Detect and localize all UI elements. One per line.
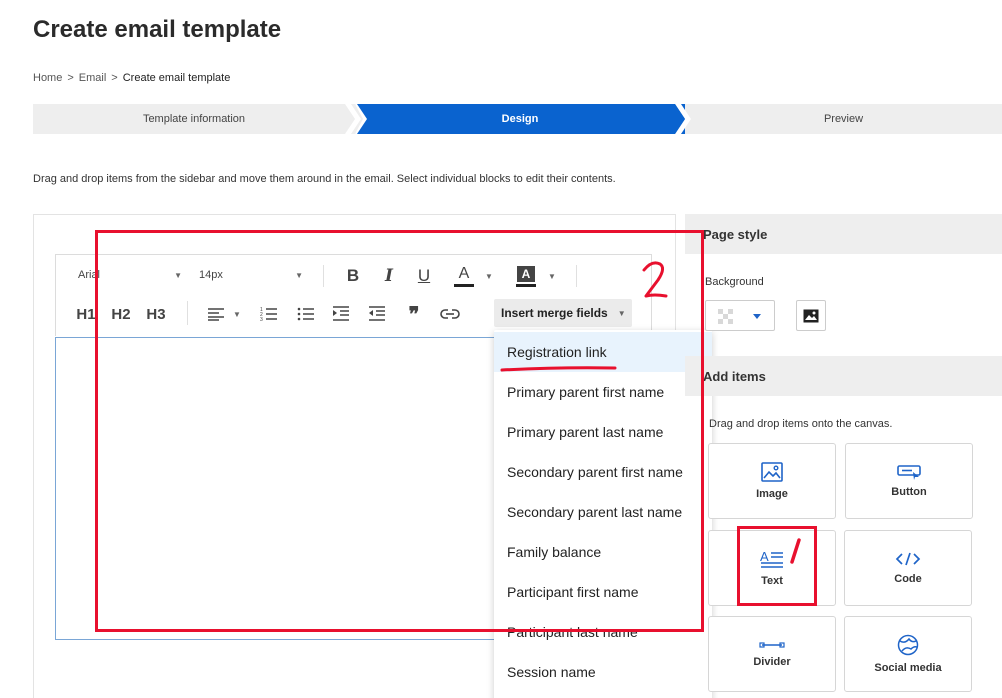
tile-label: Button <box>891 486 927 498</box>
instructions-text: Drag and drop items from the sidebar and… <box>33 173 616 185</box>
annotation-highlight-box <box>737 526 817 606</box>
stepper-chevrons <box>345 104 691 134</box>
merge-field-session-name[interactable]: Session name <box>494 652 712 692</box>
breadcrumb-home[interactable]: Home <box>33 72 62 84</box>
add-divider-tile[interactable]: Divider <box>708 616 836 692</box>
transparent-swatch-icon <box>718 309 761 324</box>
background-label: Background <box>705 276 764 288</box>
button-icon <box>897 465 921 480</box>
add-image-tile[interactable]: Image <box>708 443 836 519</box>
tile-label: Social media <box>874 662 942 674</box>
add-button-tile[interactable]: Button <box>845 443 973 519</box>
add-items-header[interactable]: Add items <box>685 356 1002 396</box>
svg-text:2: 2 <box>640 258 641 259</box>
svg-text:1: 1 <box>788 538 789 539</box>
page-style-header[interactable]: Page style <box>685 214 1002 254</box>
background-image-button[interactable] <box>796 300 826 331</box>
tile-label: Code <box>894 573 922 585</box>
background-color-select[interactable] <box>705 300 775 331</box>
breadcrumb-email[interactable]: Email <box>79 72 107 84</box>
breadcrumb-current: Create email template <box>122 72 231 84</box>
breadcrumb-separator: > <box>67 72 74 84</box>
breadcrumb-separator: > <box>111 72 118 84</box>
annotation-number-1: 1 <box>788 538 801 564</box>
image-icon <box>761 462 783 482</box>
add-code-tile[interactable]: Code <box>844 530 972 606</box>
annotation-number-2: 2 <box>640 258 668 298</box>
page-title: Create email template <box>33 16 282 43</box>
tile-label: Divider <box>753 656 791 668</box>
tile-label: Image <box>756 488 788 500</box>
breadcrumb: Home > Email > Create email template <box>33 72 230 84</box>
add-items-hint: Drag and drop items onto the canvas. <box>709 418 893 430</box>
globe-icon <box>897 634 919 656</box>
code-icon <box>895 552 921 566</box>
image-icon <box>803 309 819 322</box>
add-social-media-tile[interactable]: Social media <box>844 616 972 692</box>
annotation-highlight-box <box>95 230 704 632</box>
annotation-underline <box>500 366 617 372</box>
divider-icon <box>759 642 785 648</box>
stepper: Template information Design Preview <box>33 104 1002 134</box>
